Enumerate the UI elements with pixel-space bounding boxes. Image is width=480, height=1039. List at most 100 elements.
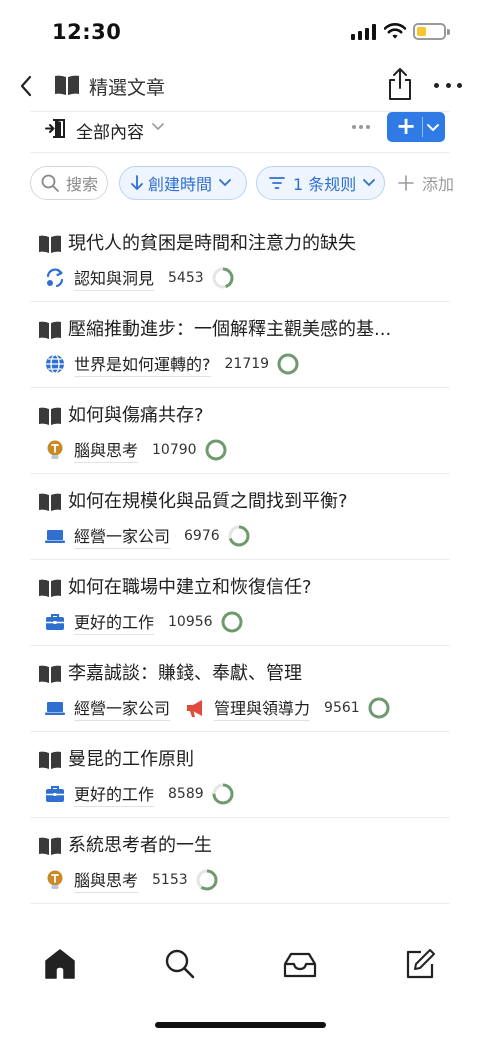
article-title: 如何在規模化與品質之間找到平衡? [68,491,348,512]
add-filter-pill[interactable]: 添加 [398,166,480,200]
article-title: 如何與傷痛共存? [68,405,204,426]
progress-ring-icon [221,611,243,633]
refresh-icon [44,267,66,289]
article-count: 6976 [184,528,220,544]
article-meta: 經營一家公司 6976 [44,523,250,549]
book-icon [39,579,61,597]
article-tag-label: 更好的工作 [74,781,155,807]
laptop-icon [44,525,66,547]
lightbulb-icon [44,869,66,891]
book-icon [39,493,61,511]
article-list: 現代人的貧困是時間和注意力的缺失 認知與洞見 5453 壓縮推動進步：一個解釋主觀美感… [30,216,450,904]
book-icon [39,665,61,683]
add-button-group: + [387,112,445,142]
compose-icon[interactable] [402,946,438,982]
share-icon [389,68,411,100]
lightbulb-icon [44,439,66,461]
article-tag[interactable]: 腦與思考 [44,437,139,463]
book-icon [39,321,61,339]
back-button[interactable] [12,70,40,102]
filter-row: 搜索 創建時間 1 条规则 添加 [30,166,480,202]
signal-icon [351,24,377,40]
article-tag-label: 更好的工作 [74,609,155,635]
article-tag[interactable]: 世界是如何運轉的? [44,351,211,377]
article-list-item[interactable]: 壓縮推動進步：一個解釋主觀美感的基... 世界是如何運轉的? 21719 [30,302,450,388]
share-button[interactable] [386,66,414,102]
search-label: 搜索 [66,175,99,194]
battery-icon [413,23,446,40]
view-label[interactable]: 全部內容 [76,118,144,143]
article-meta: 世界是如何運轉的? 21719 [44,351,299,377]
article-tag[interactable]: 更好的工作 [44,781,155,807]
article-tag[interactable]: 認知與洞見 [44,265,155,291]
article-tag-label: 腦與思考 [74,437,139,463]
book-icon [55,75,79,95]
article-meta: 認知與洞見 5453 [44,265,234,291]
article-title: 壓縮推動進步：一個解釋主觀美感的基... [68,319,392,340]
article-tag[interactable]: 經營一家公司 [44,523,171,549]
exit-door-icon [45,119,65,138]
more-options-button[interactable] [434,74,462,96]
search-icon [41,174,59,192]
chevron-left-icon [20,75,32,97]
progress-ring-icon [205,439,227,461]
nav-bar: 精選文章 [0,62,480,110]
add-options-chevron-icon[interactable] [425,118,441,136]
article-tag-label: 認知與洞見 [74,265,155,291]
book-icon [39,837,61,855]
article-meta: 經營一家公司 管理與領導力 9561 [44,695,390,721]
article-count: 21719 [224,356,270,372]
article-count: 5453 [168,270,204,286]
article-meta: 腦與思考 10790 [44,437,227,463]
chevron-down-icon[interactable] [152,122,164,132]
article-count: 10956 [168,614,213,630]
article-list-item[interactable]: 如何在規模化與品質之間找到平衡? 經營一家公司 6976 [30,474,450,560]
rule-pill[interactable]: 1 条规则 [256,166,385,200]
sort-label: 創建時間 [148,175,213,194]
view-more-button[interactable] [352,120,370,134]
article-count: 8589 [168,786,204,802]
search-icon[interactable] [162,946,198,982]
add-button[interactable]: + [393,114,419,140]
article-list-item[interactable]: 李嘉誠談：賺錢、奉獻、管理 經營一家公司 管理與領導力 9561 [30,646,450,732]
book-icon [39,235,61,253]
article-tag[interactable]: 管理與領導力 [184,695,311,721]
home-indicator [155,1022,326,1028]
status-bar: 12:30 [0,0,480,58]
article-tag[interactable]: 經營一家公司 [44,695,171,721]
article-list-item[interactable]: 如何與傷痛共存? 腦與思考 10790 [30,388,450,474]
article-list-item[interactable]: 如何在職場中建立和恢復信任? 更好的工作 10956 [30,560,450,646]
article-list-item[interactable]: 系統思考者的一生 腦與思考 5153 [30,818,450,904]
article-tag-label: 管理與領導力 [214,695,311,721]
article-title: 如何在職場中建立和恢復信任? [68,577,312,598]
article-tag[interactable]: 腦與思考 [44,867,139,893]
tab-bar [0,940,480,990]
article-list-item[interactable]: 現代人的貧困是時間和注意力的缺失 認知與洞見 5453 [30,216,450,302]
article-meta: 腦與思考 5153 [44,867,218,893]
home-icon[interactable] [42,946,78,982]
book-icon [39,751,61,769]
book-icon [39,407,61,425]
article-count: 5153 [152,872,188,888]
article-tag[interactable]: 更好的工作 [44,609,155,635]
article-tag-label: 經營一家公司 [74,695,171,721]
plus-icon [398,175,414,191]
briefcase-icon [44,611,66,633]
article-tag-label: 經營一家公司 [74,523,171,549]
chevron-down-icon [219,179,231,187]
progress-ring-icon [368,697,390,719]
article-list-item[interactable]: 曼昆的工作原則 更好的工作 8589 [30,732,450,818]
add-filter-label: 添加 [422,175,455,194]
search-pill[interactable]: 搜索 [30,166,108,200]
view-selector-row: 全部內容 + [30,112,450,152]
status-time: 12:30 [52,20,122,44]
inbox-icon[interactable] [282,946,318,982]
article-count: 9561 [324,700,360,716]
briefcase-icon [44,783,66,805]
article-count: 10790 [152,442,197,458]
sort-pill[interactable]: 創建時間 [119,166,247,200]
laptop-icon [44,697,66,719]
wifi-icon [384,23,406,39]
progress-ring-icon [212,267,234,289]
chevron-down-icon [363,179,376,187]
